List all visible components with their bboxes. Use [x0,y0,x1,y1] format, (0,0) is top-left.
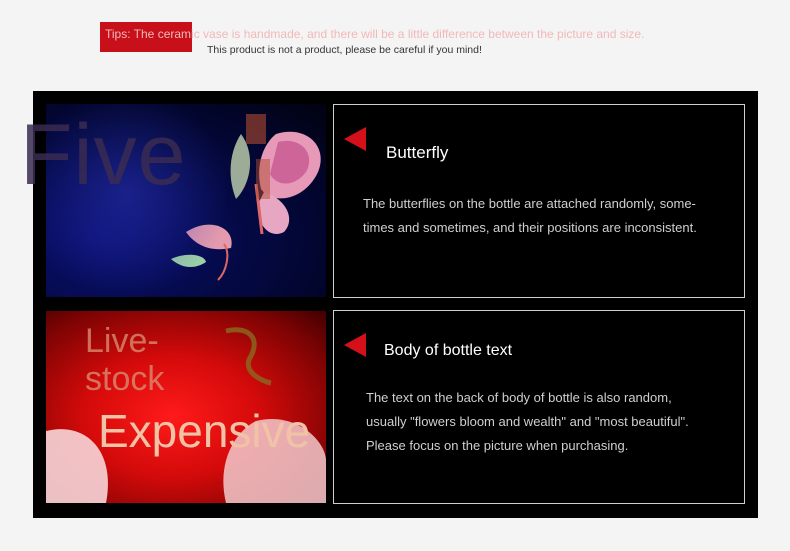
arrow-left-icon [344,127,366,151]
overlay-text-expensive: Expensive [98,405,311,457]
tips-text: Tips: The ceramic vase is handmade, and … [105,27,645,41]
arrow-left-icon [344,333,366,357]
panel-body: The text on the back of body of bottle i… [366,390,689,453]
overlay-text-five: Five [20,107,187,203]
overlay-text-live-1: Live- [85,322,159,360]
panel-body: The butterflies on the bottle are attach… [363,196,697,235]
butterfly-panel: Butterfly The butterflies on the bottle … [333,104,745,298]
bottle-text-panel: Body of bottle text The text on the back… [333,310,745,504]
panel-title: Body of bottle text [384,342,513,359]
overlay-text-live: Live- stock [85,322,164,398]
panel-title: Butterfly [386,143,449,162]
overlay-text-live-2: stock [85,360,165,398]
tips-note: This product is not a product, please be… [207,44,482,56]
